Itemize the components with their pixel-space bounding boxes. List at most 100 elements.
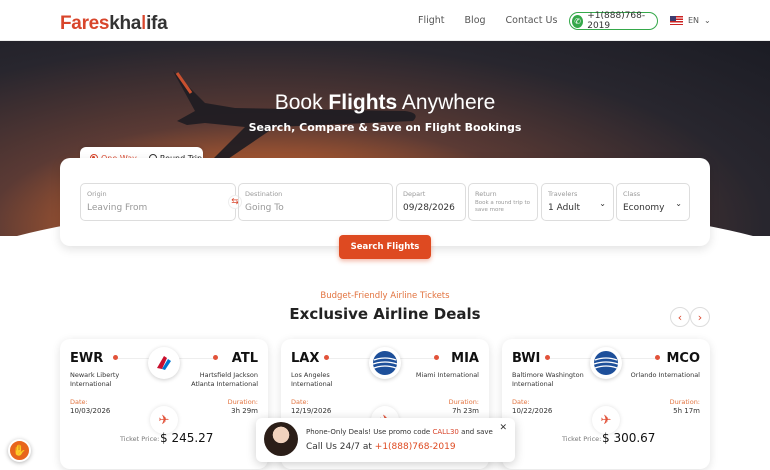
price-label: Ticket Price:	[120, 435, 160, 443]
travelers-value: 1 Adult	[548, 203, 581, 213]
logo[interactable]: Fareskhaǀifa	[60, 13, 168, 35]
destination-code: MIA	[451, 351, 479, 366]
hero-title: Book Flights Anywhere	[0, 91, 770, 115]
origin-airport-name: Newark Liberty International	[70, 371, 120, 388]
return-label: Return	[475, 190, 497, 198]
nav-link-contact[interactable]: Contact Us	[506, 15, 558, 26]
depart-value: 09/28/2026	[403, 203, 455, 213]
deal-duration: 5h 17m	[673, 407, 700, 415]
chevron-down-icon: ⌄	[675, 199, 682, 208]
duration-label: Duration:	[448, 398, 479, 406]
promo-code: CALL30	[432, 428, 459, 436]
airplane-icon: ✈	[150, 406, 178, 434]
destination-placeholder: Going To	[245, 203, 284, 213]
top-navbar: Fareskhaǀifa Flight Blog Contact Us ✆ +1…	[0, 0, 770, 41]
prev-arrow-icon[interactable]: ‹	[670, 307, 690, 327]
promo-toast: Phone-Only Deals! Use promo code CALL30 …	[256, 418, 515, 462]
class-select[interactable]: Class Economy ⌄	[616, 183, 690, 221]
nav-link-flight[interactable]: Flight	[418, 15, 445, 26]
origin-code: BWI	[512, 351, 541, 366]
united-airlines-logo	[369, 347, 401, 379]
return-hint: Book a round trip to save more	[475, 200, 530, 213]
promo-text-post: and save	[458, 428, 493, 436]
class-label: Class	[623, 190, 641, 198]
hero-title-pre: Book	[274, 91, 329, 114]
route-dot	[324, 355, 329, 360]
call-text: Call Us 24/7 at +1(888)768-2019	[306, 442, 456, 452]
class-value: Economy	[623, 203, 665, 213]
destination-code: ATL	[231, 351, 258, 366]
deal-price: $ 300.67	[602, 431, 656, 445]
chevron-down-icon: ⌄	[704, 16, 711, 25]
logo-text-2: kha	[109, 13, 142, 34]
deal-card[interactable]: EWR Newark Liberty International ATL Har…	[60, 339, 268, 469]
date-label: Date:	[70, 398, 88, 406]
promo-text-pre: Phone-Only Deals! Use promo code	[306, 428, 433, 436]
destination-code: MCO	[666, 351, 700, 366]
travelers-label: Travelers	[548, 190, 578, 198]
nav-link-blog[interactable]: Blog	[465, 15, 486, 26]
depart-label: Depart	[403, 190, 426, 198]
chevron-down-icon: ⌄	[599, 199, 606, 208]
depart-date-field[interactable]: Depart 09/28/2026	[396, 183, 466, 221]
origin-code: EWR	[70, 351, 104, 366]
close-icon[interactable]: ✕	[499, 423, 507, 433]
travelers-select[interactable]: Travelers 1 Adult ⌄	[541, 183, 614, 221]
origin-field[interactable]: Origin Leaving From	[80, 183, 236, 221]
destination-label: Destination	[245, 190, 283, 198]
route-dot	[545, 355, 550, 360]
deals-kicker: Budget-Friendly Airline Tickets	[320, 291, 450, 301]
route-dot	[434, 355, 439, 360]
nav-links: Flight Blog Contact Us	[418, 15, 557, 26]
duration-label: Duration:	[227, 398, 258, 406]
promo-text: Phone-Only Deals! Use promo code CALL30 …	[306, 428, 493, 436]
price-label: Ticket Price:	[562, 435, 602, 443]
language-code: EN	[688, 16, 700, 25]
united-airlines-logo	[590, 347, 622, 379]
hero-title-post: Anywhere	[397, 91, 496, 114]
destination-airport-name: Hartsfield Jackson Atlanta International	[191, 371, 258, 388]
destination-airport-name: Orlando International	[630, 371, 700, 379]
origin-placeholder: Leaving From	[87, 203, 148, 213]
call-text-pre: Call Us 24/7 at	[306, 442, 375, 452]
route-dot	[113, 355, 118, 360]
duration-label: Duration:	[669, 398, 700, 406]
us-flag-icon	[670, 16, 683, 25]
search-card: Origin Leaving From ⇆ Destination Going …	[60, 158, 710, 246]
toast-phone-link[interactable]: +1(888)768-2019	[375, 442, 456, 452]
airplane-image	[173, 71, 416, 161]
destination-airport-name: Miami International	[415, 371, 479, 379]
route-dot	[655, 355, 660, 360]
airplane-icon: ✈	[592, 406, 620, 434]
phone-button[interactable]: ✆ +1(888)768-2019	[569, 11, 658, 31]
deal-card[interactable]: BWI Baltimore Washington International M…	[502, 339, 710, 469]
deal-duration: 7h 23m	[452, 407, 479, 415]
route-dot	[213, 355, 218, 360]
phone-icon: ✆	[572, 14, 584, 28]
destination-field[interactable]: Destination Going To	[238, 183, 393, 221]
logo-text-1: Fares	[60, 13, 110, 34]
language-selector[interactable]: EN ⌄	[670, 16, 711, 25]
hero-subtitle: Search, Compare & Save on Flight Booking…	[248, 121, 522, 134]
deal-date: 10/03/2026	[70, 407, 111, 415]
origin-airport-name: Baltimore Washington International	[512, 371, 584, 388]
date-label: Date:	[291, 398, 309, 406]
date-label: Date:	[512, 398, 530, 406]
deal-date: 10/22/2026	[512, 407, 553, 415]
accessibility-icon[interactable]: ✋	[8, 439, 31, 462]
deal-date: 12/19/2026	[291, 407, 332, 415]
phone-number: +1(888)768-2019	[587, 11, 646, 31]
american-airlines-logo	[148, 347, 180, 379]
origin-label: Origin	[87, 190, 107, 198]
origin-airport-name: Los Angeles International	[291, 371, 333, 388]
deal-price: $ 245.27	[160, 431, 214, 445]
search-flights-button[interactable]: Search Flights	[339, 235, 431, 259]
deals-heading: Exclusive Airline Deals	[289, 305, 481, 323]
deal-duration: 3h 29m	[231, 407, 258, 415]
next-arrow-icon[interactable]: ›	[690, 307, 710, 327]
origin-code: LAX	[291, 351, 320, 366]
hero-title-bold: Flights	[328, 91, 398, 114]
agent-avatar	[264, 422, 298, 456]
logo-text-3: ifa	[146, 13, 168, 34]
return-date-field[interactable]: Return Book a round trip to save more	[468, 183, 538, 221]
